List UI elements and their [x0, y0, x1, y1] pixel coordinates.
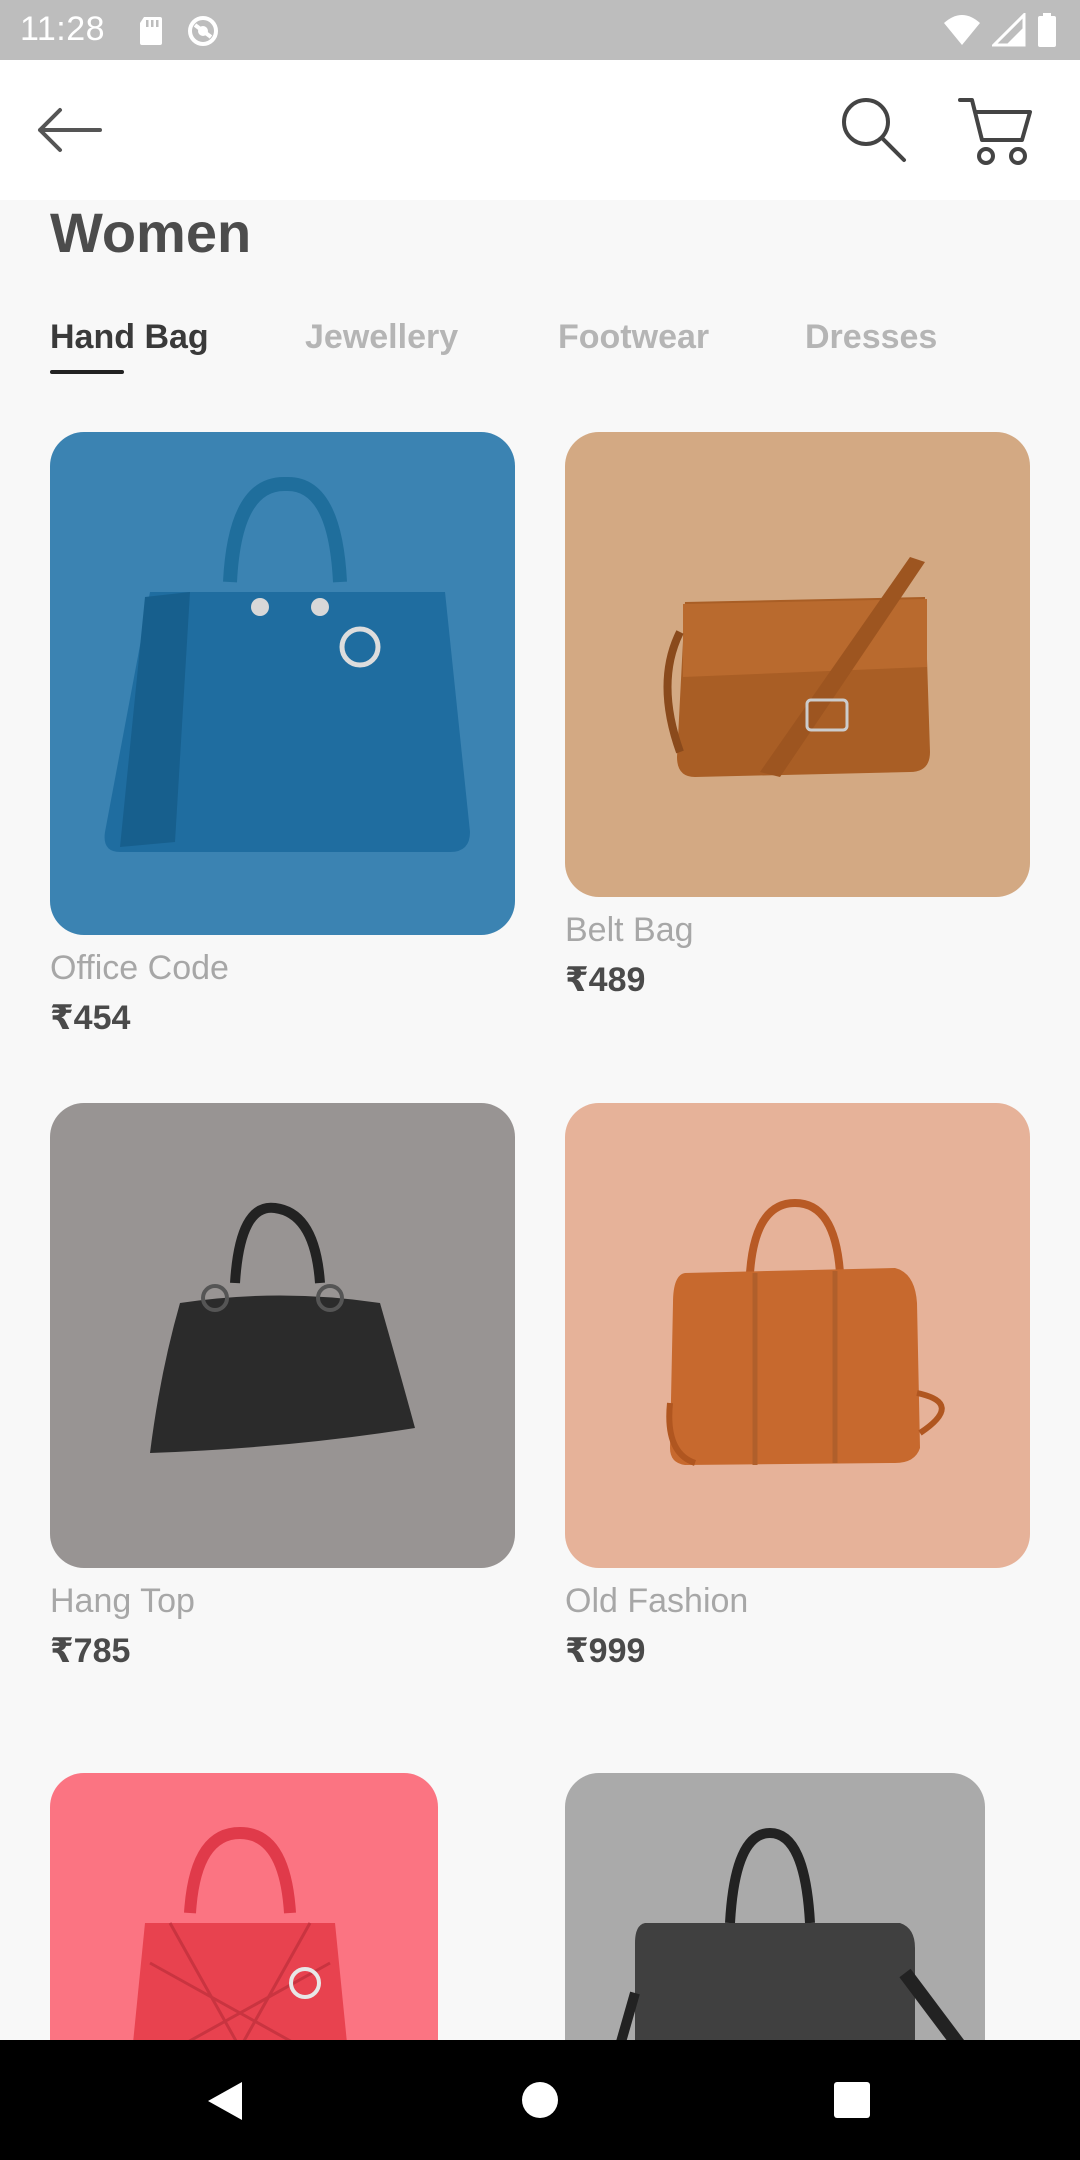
status-time: 11:28 [20, 10, 106, 48]
tab-hand-bag[interactable]: Hand Bag [50, 318, 209, 357]
search-button[interactable] [838, 94, 910, 166]
battery-icon [1036, 12, 1058, 53]
nav-back-icon[interactable] [204, 2080, 244, 2122]
product-image-belt-bag[interactable] [565, 432, 1030, 897]
tab-dresses[interactable]: Dresses [805, 318, 937, 357]
product-image-blue-handbag[interactable] [50, 432, 515, 935]
product-price: ₹489 [565, 961, 646, 999]
system-nav-bar [0, 2040, 1080, 2160]
product-card-belt-bag[interactable]: Belt Bag ₹489 [565, 432, 1030, 1000]
tab-footwear[interactable]: Footwear [558, 318, 709, 357]
nav-recents-icon[interactable] [834, 2082, 870, 2118]
product-price: ₹999 [565, 1632, 646, 1670]
product-name: Hang Top [50, 1582, 195, 1620]
product-name: Office Code [50, 949, 229, 987]
product-image-tan-duffel[interactable] [565, 1103, 1030, 1568]
sd-card-icon [138, 15, 164, 52]
active-tab-indicator [50, 370, 124, 374]
nav-home-icon[interactable] [522, 2082, 558, 2118]
status-bar: 11:28 [0, 0, 1080, 60]
search-icon [842, 98, 906, 162]
cart-icon [958, 98, 1032, 165]
product-card-hang-top[interactable]: Hang Top ₹785 [50, 1103, 515, 1671]
tab-jewellery[interactable]: Jewellery [305, 318, 458, 357]
signal-icon [990, 11, 1026, 52]
no-disturb-icon [186, 14, 220, 53]
product-price: ₹454 [50, 999, 131, 1037]
product-price: ₹785 [50, 1632, 131, 1670]
back-button[interactable] [30, 100, 110, 160]
product-card-old-fashion[interactable]: Old Fashion ₹999 [565, 1103, 1030, 1671]
product-card-office-code[interactable]: Office Code ₹454 [50, 432, 515, 1038]
app-bar [0, 60, 1080, 200]
wifi-icon [942, 13, 982, 52]
cart-button[interactable] [956, 92, 1036, 168]
product-image-black-bag[interactable] [50, 1103, 515, 1568]
product-name: Old Fashion [565, 1582, 749, 1620]
back-arrow-icon [38, 108, 102, 152]
page-title: Women [50, 201, 252, 264]
product-name: Belt Bag [565, 911, 694, 949]
